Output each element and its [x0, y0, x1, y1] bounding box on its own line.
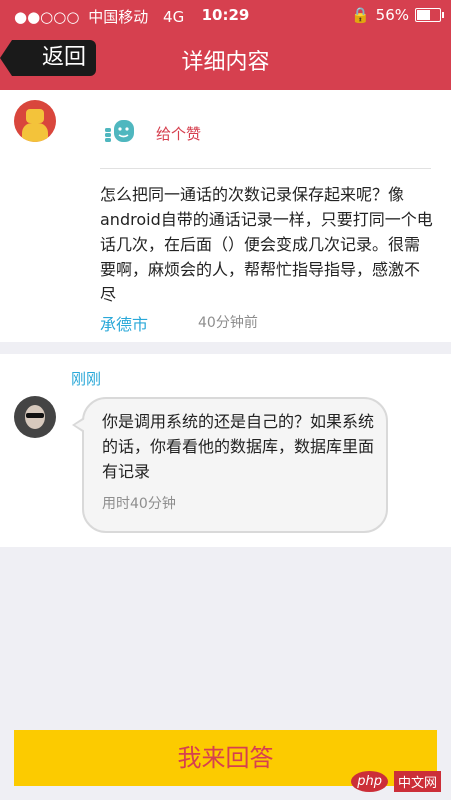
question-time: 40分钟前 — [198, 315, 258, 331]
answer-username[interactable]: 刚刚 — [71, 368, 101, 389]
avatar-head — [26, 109, 44, 123]
page-title: 详细内容 — [181, 50, 270, 75]
app-header: ●●○○○ 中国移动 4G 10:29 🔒 56% 返回 详细内容 — [0, 0, 451, 90]
question-text: 怎么把同一通话的次数记录保存起来呢？像android自带的通话记录一样，只要打同… — [100, 185, 433, 304]
answer-card: 刚刚 你是调用系统的还是自己的？如果系统的话，你看看他的数据库，数据库里面有记录… — [0, 354, 451, 547]
like-button[interactable]: 给个赞 — [156, 123, 201, 144]
answerer-avatar[interactable] — [14, 396, 56, 438]
thumbs-up-icon[interactable] — [104, 118, 136, 146]
answer-duration: 用时40分钟 — [102, 496, 176, 512]
asker-avatar[interactable] — [14, 100, 56, 142]
rotation-lock-icon: 🔒 — [350, 6, 370, 24]
avatar-body — [22, 123, 48, 142]
status-bar: ●●○○○ 中国移动 4G 10:29 🔒 56% — [0, 0, 451, 32]
question-card: 给个赞 怎么把同一通话的次数记录保存起来呢？像android自带的通话记录一样，… — [0, 90, 451, 342]
sunglasses-icon — [26, 413, 44, 418]
status-right: 🔒 56% — [350, 6, 444, 24]
watermark: php 中文网 — [351, 771, 441, 792]
answer-bubble: 你是调用系统的还是自己的？如果系统的话，你看看他的数据库，数据库里面有记录 用时… — [72, 397, 388, 533]
battery-fill — [417, 10, 431, 20]
battery-icon — [415, 8, 444, 22]
battery-percent: 56% — [375, 6, 409, 24]
question-city[interactable]: 承德市 — [100, 311, 148, 335]
watermark-text: 中文网 — [393, 771, 441, 792]
answer-text: 你是调用系统的还是自己的？如果系统的话，你看看他的数据库，数据库里面有记录 — [102, 412, 375, 481]
watermark-logo: php — [351, 771, 388, 792]
divider — [100, 168, 431, 169]
